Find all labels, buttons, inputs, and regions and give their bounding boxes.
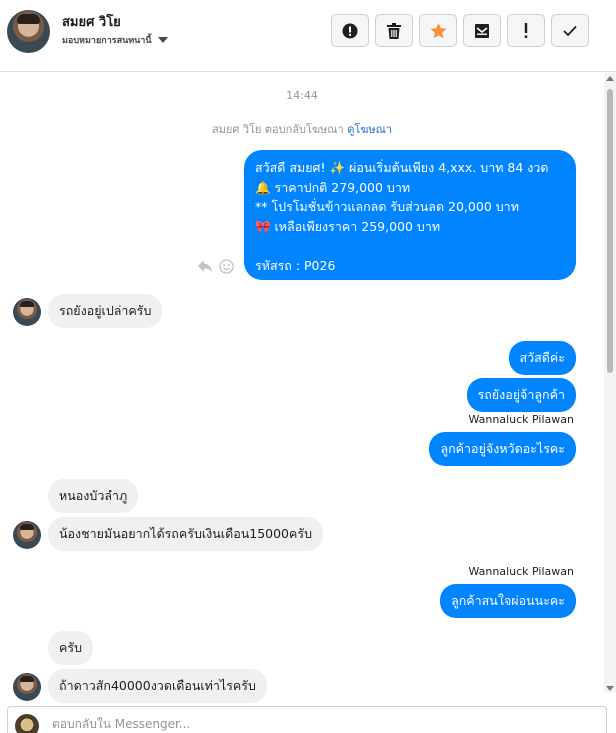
star-icon (430, 22, 446, 38)
reply-icon[interactable] (197, 259, 213, 273)
react-emoji-icon[interactable] (219, 259, 234, 274)
contact-avatar-small (13, 521, 41, 549)
exclamation-icon (524, 22, 528, 38)
message-timestamp: 14:44 (286, 89, 318, 102)
outgoing-message: ลูกค้าอยู่จังหวัดอะไรคะ (429, 432, 576, 466)
contact-avatar-small (13, 673, 41, 701)
contact-name[interactable]: สมยศ วิโย (62, 11, 121, 32)
page-avatar (15, 714, 39, 733)
message-actions (197, 259, 234, 274)
view-ad-link[interactable]: ดูโฆษณา (347, 123, 392, 136)
incoming-message: น้องชายมันอยากได้รถครับเงินเดือน15000ครั… (48, 517, 324, 551)
ad-message-line: ** โปรโมชั่นข้าวแลกลด รับส่วนลด 20,000 บ… (255, 199, 519, 214)
message-thread: 14:44 สมยศ วิโย ตอบกลับโฆษณา ดูโฆษณา สวั… (0, 73, 604, 705)
ad-reply-note: สมยศ วิโย ตอบกลับโฆษณา ดูโฆษณา (0, 120, 604, 138)
outgoing-message: ลูกค้าสนใจผ่อนนะคะ (440, 584, 576, 618)
check-icon (563, 25, 577, 36)
conversation-header: สมยศ วิโย มอบหมายการสนทนานี้ (0, 0, 616, 72)
incoming-message: หนองบัวลำภู (48, 479, 139, 513)
star-button[interactable] (419, 14, 457, 47)
sender-name: Wannaluck Pilawan (468, 413, 575, 426)
conversation-toolbar (331, 14, 589, 47)
ad-message-line: สวัสดี สมยศ! ✨ ผ่อนเริ่มต้นเพียง 4,xxx. … (255, 160, 549, 175)
follow-up-button[interactable] (507, 14, 545, 47)
mark-unread-button[interactable] (463, 14, 501, 47)
outgoing-message: รถยังอยู่จ้าลูกค้า (466, 378, 576, 412)
chevron-down-icon (157, 37, 168, 43)
incoming-message: ถ้าดาวสัก40000งวดเดือนเท่าไรครับ (48, 669, 267, 703)
ad-message-line: 🎀 เหลือเพียงราคา 259,000 บาท (255, 218, 441, 234)
done-button[interactable] (551, 14, 589, 47)
ad-message-line: 🔔 ราคาปกติ 279,000 บาท (255, 179, 411, 195)
scroll-up-arrow-icon[interactable] (606, 76, 614, 81)
outgoing-message: สวัสดีค่ะ (508, 341, 576, 375)
contact-avatar[interactable] (7, 10, 50, 53)
scroll-down-arrow-icon[interactable] (606, 686, 614, 691)
alert-circle-icon (342, 23, 358, 38)
incoming-message: ครับ (48, 631, 94, 665)
message-composer (7, 706, 607, 733)
incoming-message: รถยังอยู่เปล่าครับ (48, 294, 163, 328)
delete-button[interactable] (375, 14, 413, 47)
spam-button[interactable] (331, 14, 369, 47)
ad-reply-text: สมยศ วิโย ตอบกลับโฆษณา (211, 123, 344, 136)
ad-message-line: รหัสรถ : P026 (255, 257, 336, 273)
trash-icon (387, 22, 401, 39)
reply-input[interactable] (52, 717, 572, 731)
sender-name: Wannaluck Pilawan (468, 565, 575, 578)
thread-scrollbar[interactable] (604, 73, 616, 693)
scroll-thumb[interactable] (607, 89, 613, 373)
ad-message-line (255, 236, 565, 256)
assign-dropdown[interactable]: มอบหมายการสนทนานี้ (62, 33, 168, 47)
assign-label: มอบหมายการสนทนานี้ (62, 36, 152, 46)
ad-message-bubble: สวัสดี สมยศ! ✨ ผ่อนเริ่มต้นเพียง 4,xxx. … (244, 150, 576, 280)
contact-avatar-small (13, 298, 41, 326)
envelope-icon (475, 23, 489, 38)
